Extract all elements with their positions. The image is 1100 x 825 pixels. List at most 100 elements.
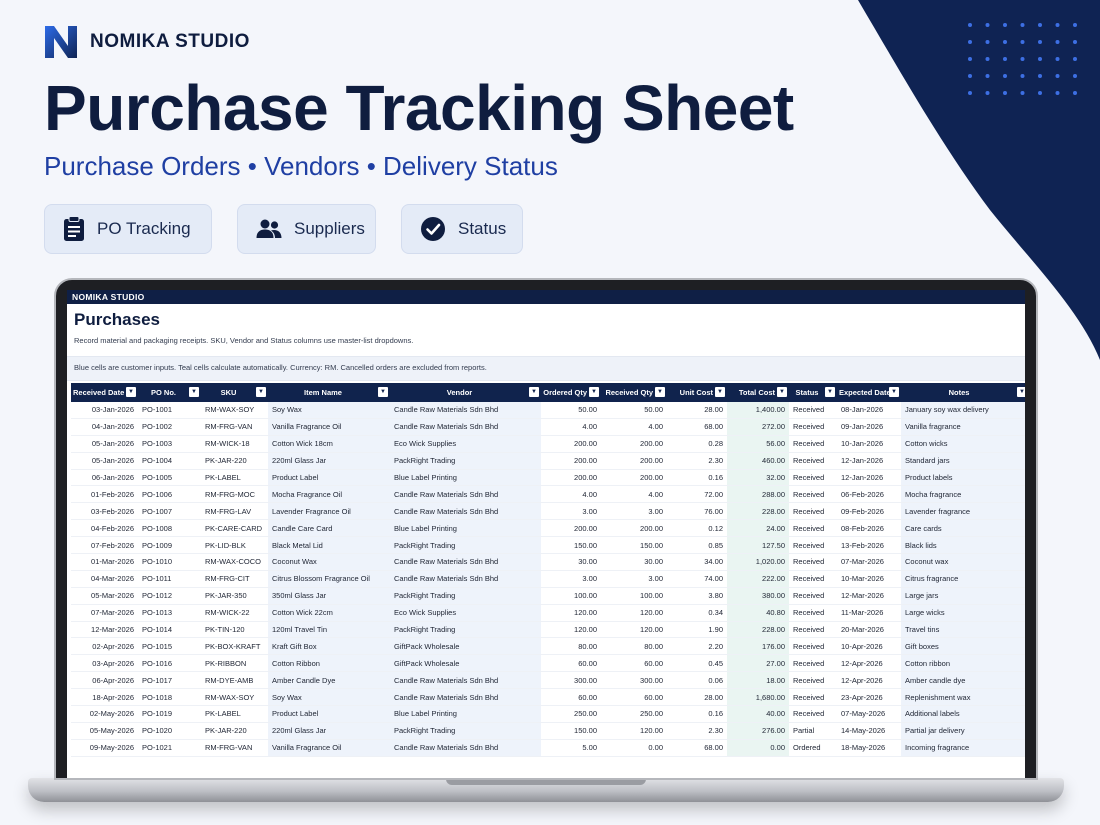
cell-notes[interactable]: Partial jar delivery <box>901 722 1025 740</box>
cell-notes[interactable]: Amber candle dye <box>901 671 1025 690</box>
cell-ordered-qty[interactable]: 4.00 <box>541 418 601 436</box>
cell-expected-date[interactable]: 10-Jan-2026 <box>837 435 901 453</box>
cell-received-date[interactable]: 18-Apr-2026 <box>71 688 138 707</box>
cell-notes[interactable]: Citrus fragrance <box>901 570 1025 588</box>
cell-notes[interactable]: Replenishment wax <box>901 688 1025 707</box>
cell-item-name[interactable]: Vanilla Fragrance Oil <box>268 418 390 436</box>
cell-status[interactable]: Received <box>789 637 837 656</box>
cell-received-qty[interactable]: 120.00 <box>601 621 667 639</box>
cell-expected-date[interactable]: 12-Apr-2026 <box>837 671 901 690</box>
cell-item-name[interactable]: Lavender Fragrance Oil <box>268 502 390 521</box>
cell-notes[interactable]: Large jars <box>901 587 1025 605</box>
cell-item-name[interactable]: Product Label <box>268 469 390 487</box>
cell-expected-date[interactable]: 18-May-2026 <box>837 739 901 757</box>
cell-notes[interactable]: Travel tins <box>901 621 1025 639</box>
table-row[interactable]: 06-Apr-2026 PO-1017 RM-DYE-AMB Amber Candle… <box>71 671 1025 690</box>
cell-po-no[interactable]: PO-1019 <box>138 705 201 723</box>
cell-expected-date[interactable]: 07-May-2026 <box>837 705 901 723</box>
filter-dropdown-icon[interactable]: ▼ <box>655 387 665 397</box>
cell-ordered-qty[interactable]: 120.00 <box>541 604 601 622</box>
cell-item-name[interactable]: 220ml Glass Jar <box>268 722 390 740</box>
cell-ordered-qty[interactable]: 150.00 <box>541 536 601 555</box>
cell-expected-date[interactable]: 10-Apr-2026 <box>837 637 901 656</box>
table-row[interactable]: 04-Feb-2026 PO-1008 PK-CARE-CARD Candle Car… <box>71 519 1025 538</box>
cell-total-cost[interactable]: 460.00 <box>727 452 789 470</box>
cell-unit-cost[interactable]: 74.00 <box>667 570 727 588</box>
cell-expected-date[interactable]: 20-Mar-2026 <box>837 621 901 639</box>
cell-total-cost[interactable]: 40.80 <box>727 604 789 622</box>
filter-dropdown-icon[interactable]: ▼ <box>589 387 599 397</box>
cell-total-cost[interactable]: 32.00 <box>727 469 789 487</box>
cell-ordered-qty[interactable]: 4.00 <box>541 485 601 504</box>
cell-po-no[interactable]: PO-1009 <box>138 536 201 555</box>
cell-vendor[interactable]: Candle Raw Materials Sdn Bhd <box>390 688 541 707</box>
cell-po-no[interactable]: PO-1005 <box>138 469 201 487</box>
cell-ordered-qty[interactable]: 200.00 <box>541 519 601 538</box>
cell-po-no[interactable]: PO-1020 <box>138 722 201 740</box>
cell-received-date[interactable]: 01-Mar-2026 <box>71 553 138 571</box>
cell-item-name[interactable]: Cotton Wick 22cm <box>268 604 390 622</box>
cell-received-date[interactable]: 03-Jan-2026 <box>71 402 138 419</box>
cell-unit-cost[interactable]: 76.00 <box>667 502 727 521</box>
cell-vendor[interactable]: Blue Label Printing <box>390 469 541 487</box>
cell-ordered-qty[interactable]: 60.00 <box>541 688 601 707</box>
cell-status[interactable]: Received <box>789 418 837 436</box>
cell-received-qty[interactable]: 4.00 <box>601 485 667 504</box>
table-row[interactable]: 02-Apr-2026 PO-1015 PK-BOX-KRAFT Kraft Gift… <box>71 637 1025 656</box>
cell-expected-date[interactable]: 07-Mar-2026 <box>837 553 901 571</box>
cell-ordered-qty[interactable]: 50.00 <box>541 402 601 419</box>
cell-po-no[interactable]: PO-1021 <box>138 739 201 757</box>
cell-status[interactable]: Received <box>789 688 837 707</box>
cell-total-cost[interactable]: 24.00 <box>727 519 789 538</box>
table-row[interactable]: 01-Mar-2026 PO-1010 RM-WAX-COCO Coconut Wax… <box>71 553 1025 571</box>
cell-status[interactable]: Received <box>789 621 837 639</box>
cell-vendor[interactable]: Candle Raw Materials Sdn Bhd <box>390 553 541 571</box>
cell-status[interactable]: Received <box>789 485 837 504</box>
cell-item-name[interactable]: Citrus Blossom Fragrance Oil <box>268 570 390 588</box>
cell-notes[interactable]: Mocha fragrance <box>901 485 1025 504</box>
cell-item-name[interactable]: Coconut Wax <box>268 553 390 571</box>
cell-item-name[interactable]: Vanilla Fragrance Oil <box>268 739 390 757</box>
cell-vendor[interactable]: GiftPack Wholesale <box>390 637 541 656</box>
cell-total-cost[interactable]: 1,020.00 <box>727 553 789 571</box>
cell-received-date[interactable]: 02-May-2026 <box>71 705 138 723</box>
cell-ordered-qty[interactable]: 200.00 <box>541 469 601 487</box>
cell-item-name[interactable]: Soy Wax <box>268 402 390 419</box>
filter-dropdown-icon[interactable]: ▼ <box>378 387 388 397</box>
cell-sku[interactable]: RM-WAX-SOY <box>201 402 268 419</box>
cell-vendor[interactable]: Candle Raw Materials Sdn Bhd <box>390 418 541 436</box>
cell-unit-cost[interactable]: 68.00 <box>667 418 727 436</box>
cell-sku[interactable]: PK-JAR-220 <box>201 722 268 740</box>
cell-unit-cost[interactable]: 0.06 <box>667 671 727 690</box>
cell-unit-cost[interactable]: 72.00 <box>667 485 727 504</box>
cell-ordered-qty[interactable]: 3.00 <box>541 570 601 588</box>
table-row[interactable]: 03-Jan-2026 PO-1001 RM-WAX-SOY Soy Wax Candl… <box>71 402 1025 419</box>
cell-status[interactable]: Received <box>789 705 837 723</box>
cell-status[interactable]: Received <box>789 671 837 690</box>
cell-item-name[interactable]: Soy Wax <box>268 688 390 707</box>
filter-dropdown-icon[interactable]: ▼ <box>889 387 899 397</box>
cell-status[interactable]: Received <box>789 587 837 605</box>
cell-expected-date[interactable]: 08-Feb-2026 <box>837 519 901 538</box>
cell-sku[interactable]: PK-JAR-350 <box>201 587 268 605</box>
cell-status[interactable]: Received <box>789 536 837 555</box>
cell-po-no[interactable]: PO-1011 <box>138 570 201 588</box>
cell-ordered-qty[interactable]: 60.00 <box>541 654 601 673</box>
cell-vendor[interactable]: PackRight Trading <box>390 722 541 740</box>
cell-vendor[interactable]: PackRight Trading <box>390 587 541 605</box>
cell-total-cost[interactable]: 0.00 <box>727 739 789 757</box>
cell-unit-cost[interactable]: 0.34 <box>667 604 727 622</box>
cell-item-name[interactable]: Mocha Fragrance Oil <box>268 485 390 504</box>
filter-dropdown-icon[interactable]: ▼ <box>825 387 835 397</box>
cell-notes[interactable]: Product labels <box>901 469 1025 487</box>
cell-po-no[interactable]: PO-1003 <box>138 435 201 453</box>
cell-received-qty[interactable]: 60.00 <box>601 654 667 673</box>
cell-ordered-qty[interactable]: 200.00 <box>541 435 601 453</box>
cell-po-no[interactable]: PO-1017 <box>138 671 201 690</box>
cell-notes[interactable]: Standard jars <box>901 452 1025 470</box>
cell-received-date[interactable]: 03-Feb-2026 <box>71 502 138 521</box>
cell-unit-cost[interactable]: 34.00 <box>667 553 727 571</box>
cell-total-cost[interactable]: 27.00 <box>727 654 789 673</box>
cell-expected-date[interactable]: 14-May-2026 <box>837 722 901 740</box>
cell-vendor[interactable]: Candle Raw Materials Sdn Bhd <box>390 570 541 588</box>
